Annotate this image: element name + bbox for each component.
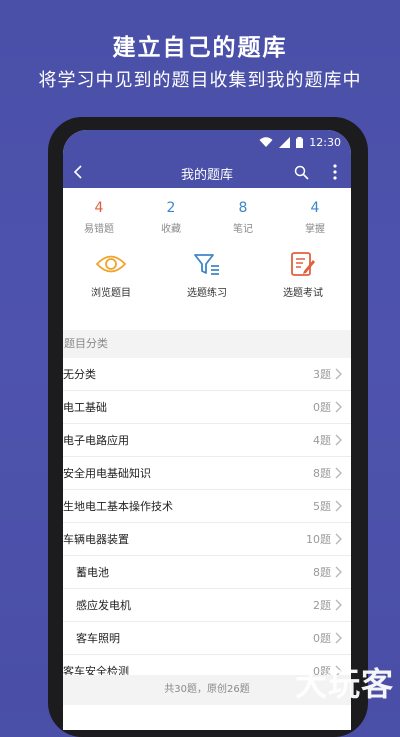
- stat-mastered[interactable]: 4 掌握: [279, 188, 351, 240]
- subcategory-row[interactable]: 感应发电机 2题: [63, 589, 351, 622]
- app-screen: 12:30 我的题库 4 易错题 2 收藏 8 笔记 4 掌握 浏览题目 选题练…: [63, 130, 351, 730]
- category-count: 8题: [313, 467, 331, 480]
- eye-icon: [95, 255, 127, 273]
- category-count: 0题: [313, 632, 331, 645]
- action-row: 浏览题目 选题练习 选题考试: [63, 250, 351, 306]
- more-menu-button[interactable]: [327, 162, 343, 182]
- chevron-right-icon: [335, 368, 342, 380]
- chevron-right-icon: [335, 533, 342, 545]
- category-name: 蓄电池: [76, 566, 109, 579]
- section-title: 题目分类: [64, 337, 108, 350]
- stat-value: 4: [94, 200, 104, 216]
- stat-notes[interactable]: 8 笔记: [207, 188, 279, 240]
- chevron-right-icon: [335, 566, 342, 578]
- status-time: 12:30: [309, 136, 341, 149]
- category-row[interactable]: 车辆电器装置 10题: [63, 523, 351, 556]
- category-name: 无分类: [63, 368, 96, 381]
- category-count: 10题: [306, 533, 331, 546]
- battery-icon: [296, 137, 304, 148]
- category-row[interactable]: 电子电路应用 4题: [63, 424, 351, 457]
- stat-value: 2: [166, 200, 176, 216]
- subcategory-row[interactable]: 客车照明 0题: [63, 622, 351, 655]
- category-count: 4题: [313, 434, 331, 447]
- category-count: 2题: [313, 599, 331, 612]
- watermark-logo: 大玩客: [294, 665, 394, 703]
- more-vertical-icon: [333, 164, 337, 180]
- category-count: 3题: [313, 368, 331, 381]
- category-name: 客车照明: [76, 632, 120, 645]
- signal-icon: [279, 137, 291, 148]
- category-name: 车辆电器装置: [63, 533, 129, 546]
- chevron-right-icon: [335, 500, 342, 512]
- stat-label: 笔记: [233, 224, 253, 235]
- select-practice-button[interactable]: 选题练习: [159, 250, 255, 306]
- status-icons: 12:30: [259, 136, 341, 149]
- category-row[interactable]: 生地电工基本操作技术 5题: [63, 490, 351, 523]
- status-bar: 12:30: [63, 130, 351, 158]
- filter-icon: [194, 254, 219, 275]
- stat-value: 4: [310, 200, 320, 216]
- action-label: 选题练习: [187, 288, 227, 299]
- subcategory-row[interactable]: 蓄电池 8题: [63, 556, 351, 589]
- stat-error-prone[interactable]: 4 易错题: [63, 188, 135, 240]
- chevron-right-icon: [335, 632, 342, 644]
- action-label: 浏览题目: [91, 288, 131, 299]
- chevron-right-icon: [335, 599, 342, 611]
- category-row[interactable]: 无分类 3题: [63, 358, 351, 391]
- chevron-right-icon: [335, 434, 342, 446]
- search-icon: [294, 165, 309, 180]
- stat-favorites[interactable]: 2 收藏: [135, 188, 207, 240]
- category-name: 感应发电机: [76, 599, 131, 612]
- exam-edit-icon: [291, 252, 315, 276]
- category-name: 电工基础: [63, 401, 107, 414]
- action-label: 选题考试: [283, 288, 323, 299]
- category-name: 生地电工基本操作技术: [63, 500, 173, 513]
- promo-subtitle: 将学习中见到的题目收集到我的题库中: [38, 70, 362, 91]
- section-header: 题目分类: [63, 330, 351, 358]
- chevron-right-icon: [335, 401, 342, 413]
- category-row[interactable]: 电工基础 0题: [63, 391, 351, 424]
- category-count: 5题: [313, 500, 331, 513]
- promo-title: 建立自己的题库: [112, 35, 288, 61]
- category-list: 无分类 3题 电工基础 0题 电子电路应用 4题 安全用电基础知识 8题 生地电…: [63, 358, 351, 688]
- category-name: 电子电路应用: [63, 434, 129, 447]
- stat-label: 收藏: [161, 224, 181, 235]
- chevron-right-icon: [335, 467, 342, 479]
- category-row[interactable]: 安全用电基础知识 8题: [63, 457, 351, 490]
- stat-label: 易错题: [84, 224, 114, 235]
- wifi-icon: [259, 137, 273, 147]
- stat-value: 8: [238, 200, 248, 216]
- category-count: 8题: [313, 566, 331, 579]
- stats-bar: 4 易错题 2 收藏 8 笔记 4 掌握: [63, 188, 351, 240]
- search-button[interactable]: [291, 162, 311, 182]
- stat-label: 掌握: [305, 224, 325, 235]
- select-exam-button[interactable]: 选题考试: [255, 250, 351, 306]
- category-count: 0题: [313, 401, 331, 414]
- app-bar: 我的题库: [63, 158, 351, 188]
- category-name: 安全用电基础知识: [63, 467, 151, 480]
- browse-questions-button[interactable]: 浏览题目: [63, 250, 159, 306]
